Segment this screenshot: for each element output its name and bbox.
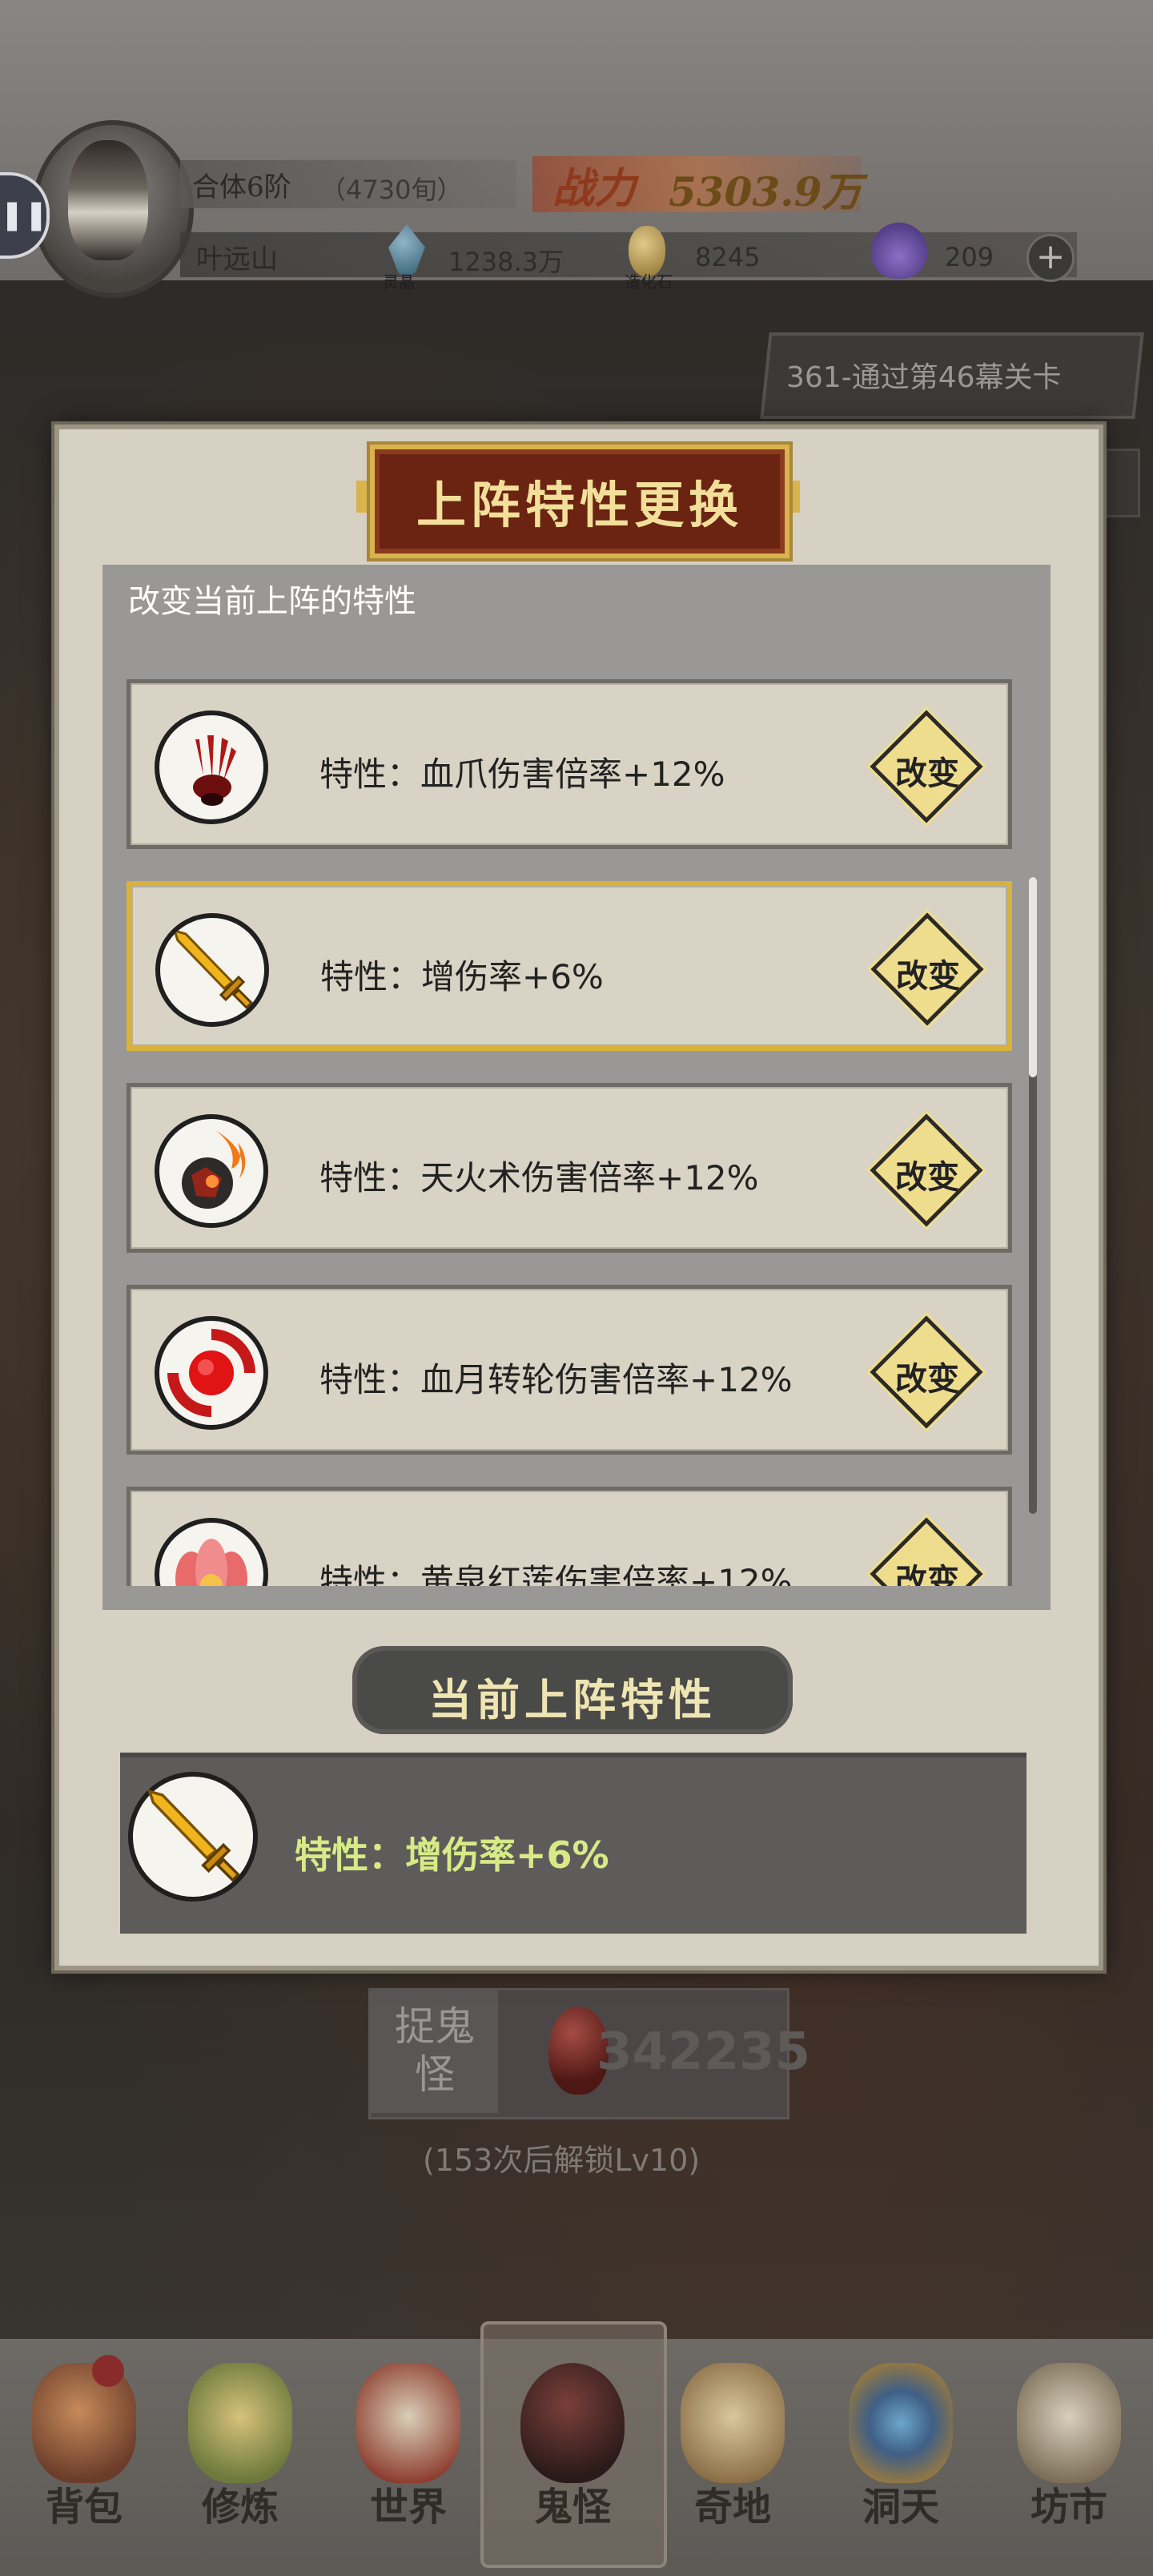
portal-icon [849,2363,953,2483]
blood-moon-icon [155,1316,268,1430]
notification-dot [92,2355,124,2387]
change-button[interactable]: 改变 [866,706,986,827]
golden-sword-icon [155,913,269,1027]
realm-exp: （4730旬） [320,175,463,205]
change-button[interactable]: 改变 [866,1312,986,1432]
trait-row[interactable]: 特性：血爪伤害倍率+12% 改变 [127,679,1012,849]
soul-flame-icon [871,223,927,279]
demon-egg-icon [520,2363,625,2483]
nav-bag[interactable]: 背包 [8,2347,160,2563]
trait-text: 特性：血爪伤害倍率+12% [319,755,725,794]
change-button-label: 改变 [895,1159,959,1196]
nav-market-label: 坊市 [1030,2485,1107,2530]
change-button-label: 改变 [896,958,960,995]
nav-wonderland[interactable]: 奇地 [657,2347,809,2563]
power-label: 战力 [552,164,637,213]
trait-text: 特性：增伤率+6% [320,957,604,996]
stone-label: 造化石 [625,272,673,292]
trait-list[interactable]: 特性：血爪伤害倍率+12% 改变 特性：增伤率+6% 改变 特性：天火术伤害倍率… [120,657,1025,1586]
trait-text: 特性：天火术伤害倍率+12% [319,1158,759,1197]
lotus-icon [188,2363,292,2483]
trait-row[interactable]: 特性：黄泉红莲伤害倍率+12% 改变 [127,1487,1012,1586]
side-panel-button[interactable] [1105,449,1140,517]
change-button[interactable]: 改变 [867,909,987,1029]
soul-flame-value: 209 [945,242,994,272]
power-value: 5303.9万 [669,168,862,215]
change-button[interactable]: 改变 [866,1110,986,1230]
nav-cultivate-label: 修炼 [201,2485,279,2530]
treasure-icon [681,2363,785,2483]
pause-icon: ❚❚ [0,199,49,231]
current-trait-text: 特性：增伤率+6% [295,1833,609,1877]
change-button-label: 改变 [895,755,959,792]
nav-ghost[interactable]: 鬼怪 [496,2347,649,2563]
current-trait-title: 当前上阵特性 [428,1674,717,1725]
quest-text: 361-通过第46幕关卡 [786,361,1062,394]
red-lotus-icon [155,1518,268,1586]
change-button-label: 改变 [895,1361,959,1398]
crystal-label: 灵晶 [383,272,415,292]
scroll-icon [356,2363,460,2483]
trait-text: 特性：血月转轮伤害倍率+12% [319,1360,793,1399]
trait-row[interactable]: 特性：天火术伤害倍率+12% 改变 [127,1083,1012,1253]
trait-text: 特性：黄泉红莲伤害倍率+12% [319,1562,793,1586]
nav-world[interactable]: 世界 [332,2347,484,2563]
nav-cave-label: 洞天 [862,2485,939,2530]
blood-claw-icon [155,710,268,824]
catch-ghost-count: 342235 [597,2023,811,2082]
change-button[interactable]: 改变 [866,1514,986,1586]
nav-bag-label: 背包 [45,2485,123,2530]
nav-wonderland-label: 奇地 [693,2485,771,2530]
nav-cave[interactable]: 洞天 [825,2347,977,2563]
add-resource-button[interactable]: + [1026,234,1075,282]
list-scroll-thumb[interactable] [1029,877,1037,1077]
nav-cultivate[interactable]: 修炼 [164,2347,316,2563]
stone-value: 8245 [695,242,761,272]
catch-ghost-label: 捉鬼怪 [395,2003,475,2098]
nav-world-label: 世界 [369,2485,447,2530]
fire-meteor-icon [155,1114,268,1228]
avatar-portrait [68,140,148,260]
trait-list-header: 改变当前上阵的特性 [128,583,416,620]
change-button-label: 改变 [895,1563,959,1586]
trait-row-selected[interactable]: 特性：增伤率+6% 改变 [127,881,1012,1051]
crystal-value: 1238.3万 [448,247,564,277]
unlock-hint: (153次后解锁Lv10) [423,2143,701,2178]
trait-row[interactable]: 特性：血月转轮伤害倍率+12% 改变 [127,1285,1012,1455]
dialog-title: 上阵特性更换 [416,476,743,534]
nav-market[interactable]: 坊市 [993,2347,1145,2563]
market-icon [1017,2363,1121,2483]
player-name: 叶远山 [196,244,278,276]
nav-ghost-label: 鬼怪 [533,2485,611,2530]
realm-level: 合体6阶 [192,171,291,203]
golden-sword-icon [128,1772,258,1902]
